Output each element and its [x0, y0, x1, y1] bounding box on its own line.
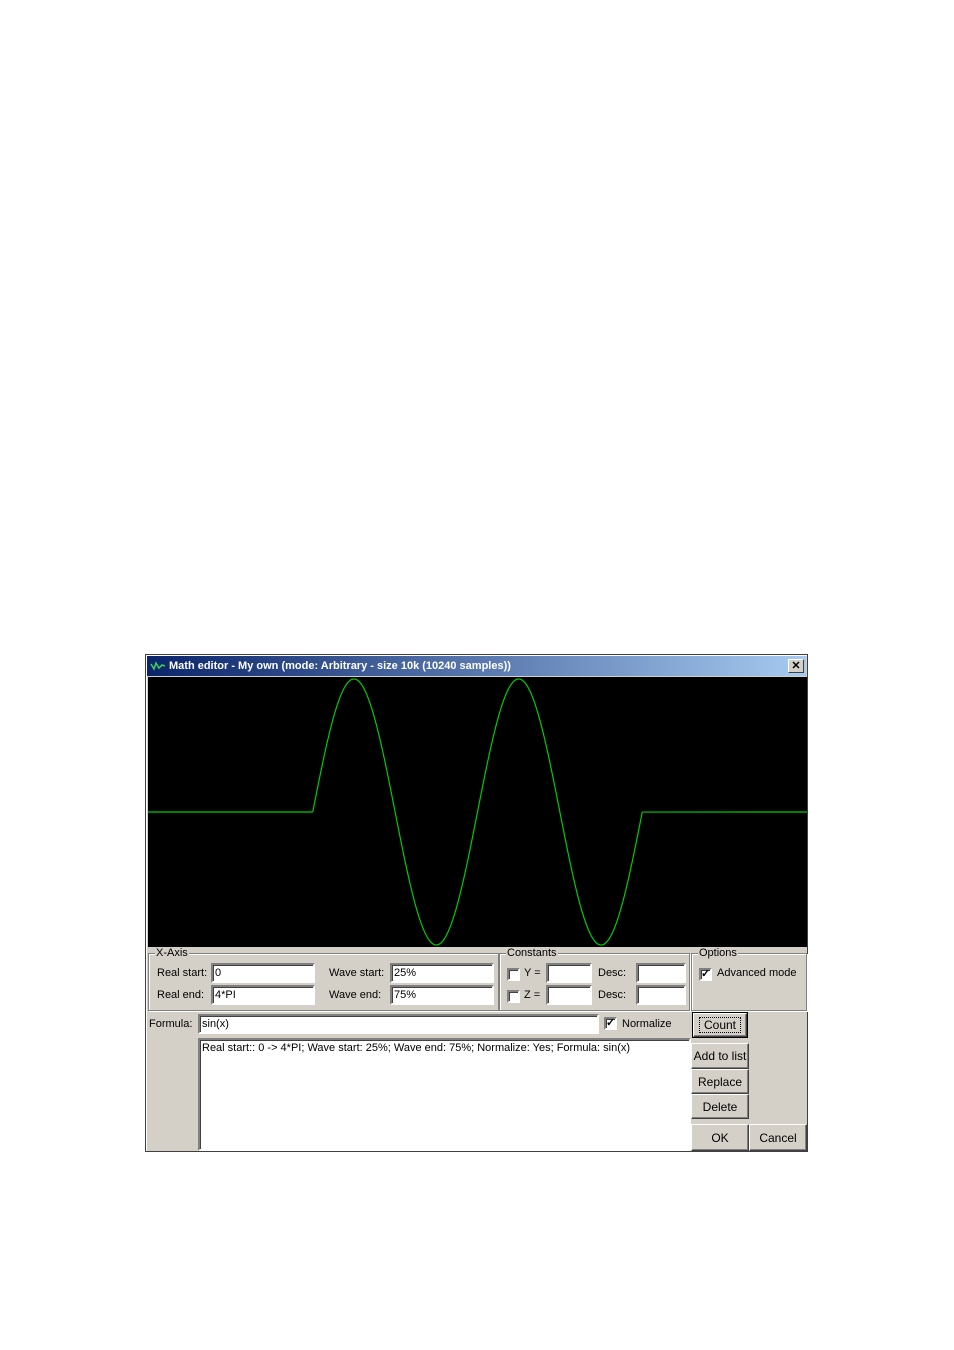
normalize-checkbox[interactable]: ✓ — [604, 1017, 617, 1030]
wave-start-label: Wave start: — [329, 967, 385, 979]
math-editor-dialog: Math editor - My own (mode: Arbitrary - … — [145, 654, 808, 1152]
y-desc-input[interactable] — [636, 963, 686, 983]
y-constant-input[interactable] — [546, 963, 592, 983]
close-icon: ✕ — [791, 659, 801, 672]
y-constant-checkbox[interactable] — [507, 968, 520, 981]
constants-legend: Constants — [506, 947, 558, 959]
advanced-mode-label: Advanced mode — [717, 967, 797, 979]
z-constant-label: Z = — [524, 989, 541, 1001]
formula-input[interactable]: sin(x) — [198, 1014, 599, 1034]
wave-end-input[interactable]: 75% — [390, 985, 494, 1005]
z-constant-input[interactable] — [546, 985, 592, 1005]
wave-end-label: Wave end: — [329, 989, 382, 1001]
formula-list[interactable]: Real start:: 0 -> 4*PI; Wave start: 25%;… — [198, 1038, 691, 1151]
window-title: Math editor - My own (mode: Arbitrary - … — [169, 660, 511, 672]
real-end-input[interactable]: 4*PI — [211, 985, 315, 1005]
add-to-list-button[interactable]: Add to list — [691, 1043, 749, 1069]
real-start-input[interactable]: 0 — [211, 963, 315, 983]
list-item[interactable]: Real start:: 0 -> 4*PI; Wave start: 25%;… — [202, 1042, 687, 1055]
real-end-label: Real end: — [157, 989, 205, 1001]
count-button-label: Count — [698, 1017, 742, 1033]
z-desc-label: Desc: — [598, 989, 627, 1001]
real-start-label: Real start: — [157, 967, 208, 979]
close-button[interactable]: ✕ — [788, 659, 804, 673]
x-axis-legend: X-Axis — [155, 947, 189, 959]
x-axis-group: X-Axis Real start: 0 Real end: 4*PI Wave… — [148, 947, 499, 1011]
waveform-plot — [148, 677, 807, 947]
wave-start-input[interactable]: 25% — [390, 963, 494, 983]
advanced-mode-checkbox[interactable]: ✓ — [699, 968, 712, 981]
z-desc-input[interactable] — [636, 985, 686, 1005]
waveform-canvas — [148, 678, 807, 946]
title-bar[interactable]: Math editor - My own (mode: Arbitrary - … — [147, 656, 806, 676]
normalize-label: Normalize — [622, 1018, 672, 1030]
constants-group: Constants Y = Desc: Z = Desc: — [499, 947, 690, 1011]
options-group: Options ✓ Advanced mode — [691, 947, 807, 1011]
z-constant-checkbox[interactable] — [507, 990, 520, 1003]
y-constant-label: Y = — [524, 967, 541, 979]
count-button[interactable]: Count — [692, 1012, 748, 1038]
replace-button[interactable]: Replace — [691, 1069, 749, 1094]
delete-button[interactable]: Delete — [691, 1094, 749, 1119]
cancel-button[interactable]: Cancel — [749, 1124, 807, 1151]
ok-button[interactable]: OK — [691, 1124, 749, 1151]
y-desc-label: Desc: — [598, 967, 627, 979]
formula-label: Formula: — [149, 1018, 193, 1030]
waveform-app-icon — [150, 661, 166, 671]
options-legend: Options — [698, 947, 738, 959]
waveform-trace — [148, 678, 807, 946]
